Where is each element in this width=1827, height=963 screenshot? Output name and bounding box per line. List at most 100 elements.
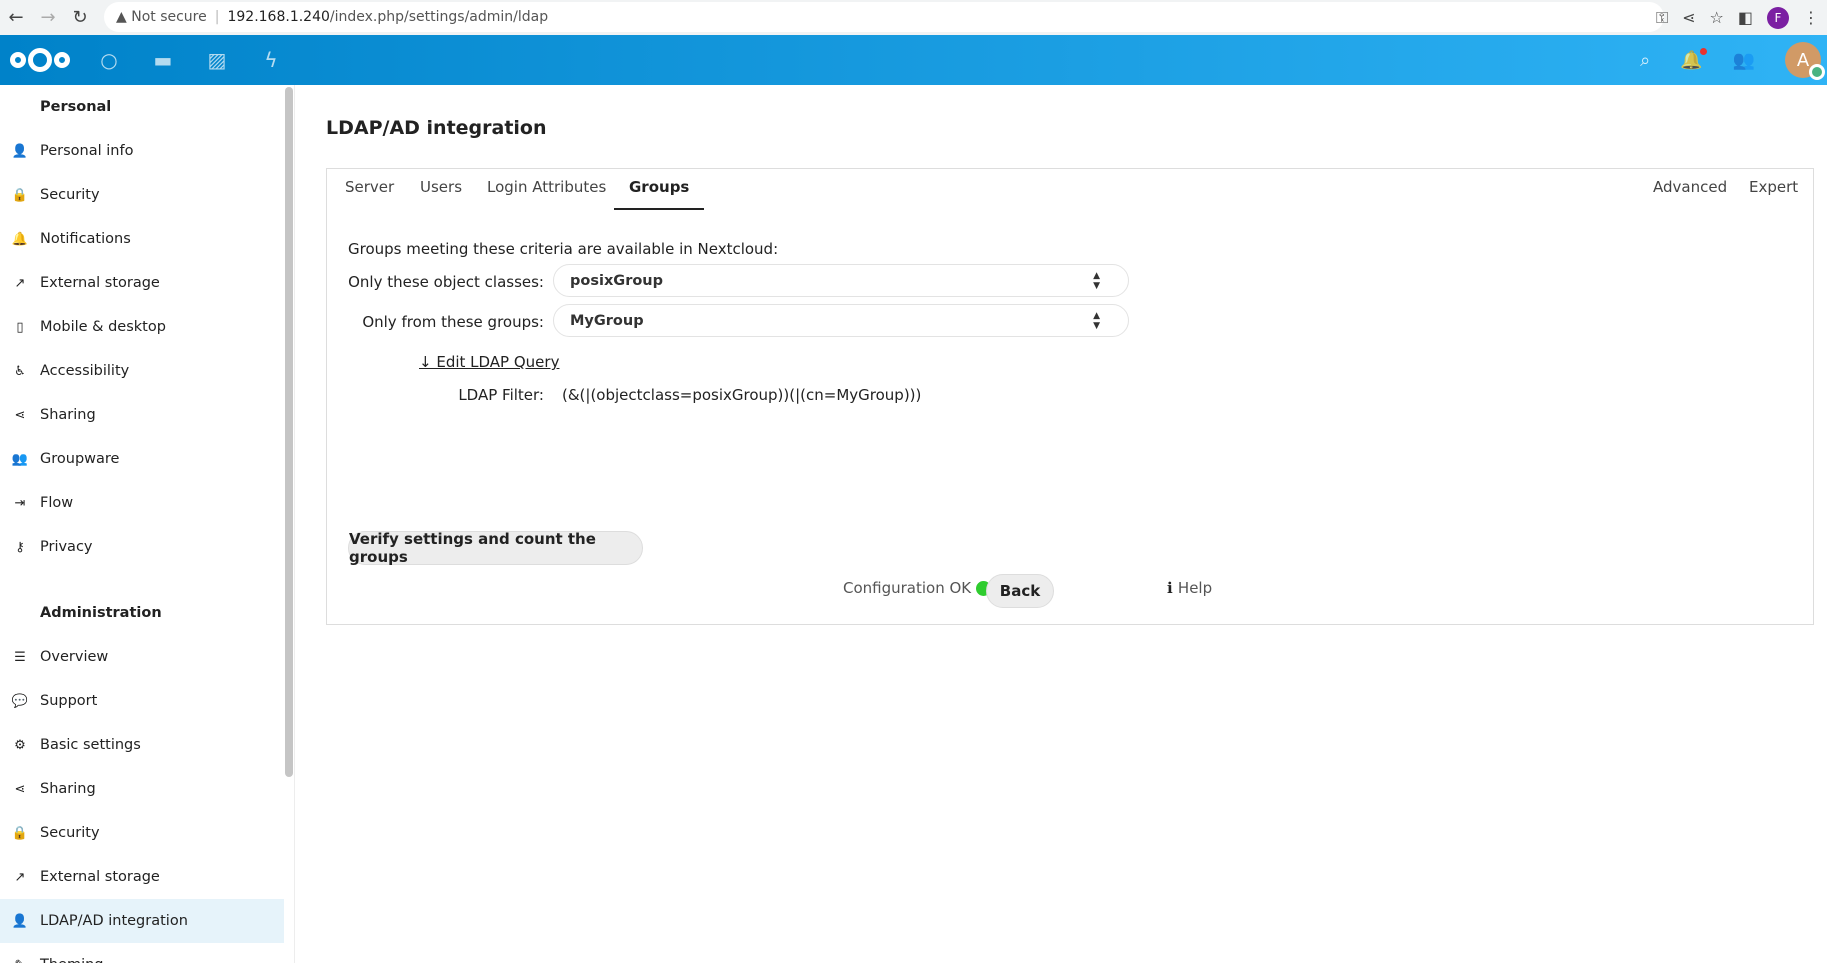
- ldap-wizard: Server Users Login Attributes Groups Adv…: [326, 168, 1814, 625]
- dashboard-icon[interactable]: ○: [82, 48, 136, 72]
- list-icon: ☰: [14, 649, 26, 665]
- select-arrows-icon: ▲ ▼: [1093, 270, 1100, 291]
- sidebar-item-personal-info[interactable]: 👤 Personal info: [0, 129, 284, 173]
- theming-icon: ✎: [0, 958, 40, 963]
- sidebar-item-ldap-ad-integration[interactable]: 👤 LDAP/AD integration: [0, 899, 284, 943]
- sidebar-item-groupware[interactable]: 👥 Groupware: [0, 437, 284, 481]
- wizard-tabs: Server Users Login Attributes Groups Adv…: [327, 169, 1813, 210]
- sidebar-item-label: Sharing: [40, 407, 96, 423]
- address-bar[interactable]: ▲ Not secure | 192.168.1.240/index.php/s…: [104, 2, 1664, 32]
- nextcloud-logo[interactable]: [10, 48, 70, 72]
- app-header: ○ ▬ ▨ ϟ ⌕ 🔔 👥 A: [0, 35, 1827, 85]
- info-icon: ℹ: [1167, 579, 1178, 597]
- sidebar-item-sharing[interactable]: ⋖ Sharing: [0, 767, 284, 811]
- share-icon: ⋖: [14, 781, 26, 797]
- groups-select[interactable]: MyGroup ▲ ▼: [553, 304, 1129, 337]
- tab-expert[interactable]: Expert: [1749, 178, 1798, 208]
- tab-server[interactable]: Server: [345, 178, 394, 208]
- sidebar-scrollbar[interactable]: [285, 87, 293, 777]
- select-arrows-icon: ▲ ▼: [1093, 310, 1100, 331]
- star-icon[interactable]: ☆: [1710, 8, 1724, 27]
- sidebar-item-label: Support: [40, 693, 98, 709]
- share-icon[interactable]: ⋖: [1682, 8, 1695, 27]
- sidebar-item-support[interactable]: 💬 Support: [0, 679, 284, 723]
- sidebar-item-label: Overview: [40, 649, 109, 665]
- ldap-filter-label: LDAP Filter:: [458, 386, 544, 404]
- tab-advanced[interactable]: Advanced: [1653, 178, 1727, 208]
- profile-avatar[interactable]: F: [1767, 6, 1789, 29]
- tab-groups[interactable]: Groups: [614, 178, 705, 210]
- sidebar-item-label: Groupware: [40, 451, 120, 467]
- settings-sidebar: Personal 👤 Personal info 🔒 Security 🔔 Notific…: [0, 85, 295, 963]
- administration-heading: Administration: [40, 605, 162, 621]
- sidebar-item-label: LDAP/AD integration: [40, 913, 188, 929]
- object-classes-select[interactable]: posixGroup ▲ ▼: [553, 264, 1129, 297]
- sidebar-item-label: Security: [40, 825, 100, 841]
- sidebar-item-overview[interactable]: ☰ Overview: [0, 635, 284, 679]
- forward-arrow-icon[interactable]: →: [32, 7, 64, 28]
- sidebar-item-theming[interactable]: ✎Theming: [0, 943, 284, 963]
- external-icon: ↗: [14, 869, 26, 885]
- accessibility-icon: ♿: [14, 363, 26, 379]
- sidebar-item-label: External storage: [40, 869, 160, 885]
- sidebar-item-basic-settings[interactable]: ⚙ Basic settings: [0, 723, 284, 767]
- activity-icon[interactable]: ϟ: [244, 48, 298, 72]
- browser-toolbar: ← → ↻ ▲ Not secure | 192.168.1.240/index…: [0, 0, 1827, 35]
- notifications-icon[interactable]: 🔔: [1680, 47, 1707, 71]
- groupware-icon: 👥: [11, 451, 29, 467]
- sidebar-item-label: External storage: [40, 275, 160, 291]
- menu-icon[interactable]: ⋮: [1803, 8, 1819, 27]
- personal-heading: Personal: [40, 99, 112, 115]
- user-avatar[interactable]: A: [1785, 42, 1825, 80]
- key-icon[interactable]: ⚿: [1656, 8, 1668, 28]
- sidebar-item-external-storage[interactable]: ↗ External storage: [0, 261, 284, 305]
- lock-icon: 🔒: [11, 187, 29, 203]
- help-link[interactable]: ℹ Help: [1167, 579, 1212, 597]
- help-label: Help: [1177, 579, 1213, 597]
- contacts-icon[interactable]: 👥: [1733, 50, 1755, 71]
- photos-icon[interactable]: ▨: [190, 48, 244, 72]
- edit-ldap-query-link[interactable]: ↓ Edit LDAP Query: [419, 353, 559, 371]
- reload-icon[interactable]: ↻: [64, 7, 96, 28]
- person-icon: 👤: [11, 143, 29, 159]
- lock-icon: 🔒: [11, 825, 29, 841]
- back-arrow-icon[interactable]: ←: [0, 7, 32, 28]
- sidebar-item-flow[interactable]: ⇥ Flow: [0, 481, 284, 525]
- warning-icon: ▲: [116, 9, 132, 25]
- sidebar-item-mobile-desktop[interactable]: ▯ Mobile & desktop: [0, 305, 284, 349]
- search-icon[interactable]: ⌕: [1640, 50, 1650, 71]
- phone-icon: ▯: [16, 319, 24, 335]
- sidebar-item-accessibility[interactable]: ♿ Accessibility: [0, 349, 284, 393]
- not-secure-label: Not secure: [131, 9, 207, 25]
- groups-intro-text: Groups meeting these criteria are availa…: [348, 240, 779, 258]
- flow-icon: ⇥: [14, 495, 26, 511]
- tab-users[interactable]: Users: [420, 178, 462, 208]
- sidebar-item-security[interactable]: 🔒 Security: [0, 811, 284, 855]
- back-button[interactable]: Back: [986, 574, 1054, 608]
- ldap-filter-value: (&(|(objectclass=posixGroup))(|(cn=MyGro…: [562, 386, 922, 404]
- sidebar-item-label: Basic settings: [40, 737, 141, 753]
- support-icon: 💬: [11, 693, 29, 709]
- sidebar-item-external-storage[interactable]: ↗ External storage: [0, 855, 284, 899]
- sidebar-item-notifications[interactable]: 🔔 Notifications: [0, 217, 284, 261]
- url-host: 192.168.1.240: [227, 9, 330, 25]
- sidebar-item-label: Sharing: [40, 781, 96, 797]
- avatar-initial: A: [1796, 49, 1810, 71]
- tab-login-attributes[interactable]: Login Attributes: [487, 178, 606, 208]
- external-icon: ↗: [14, 275, 26, 291]
- sidebar-item-sharing[interactable]: ⋖ Sharing: [0, 393, 284, 437]
- sidebar-item-security[interactable]: 🔒 Security: [0, 173, 284, 217]
- configuration-status: Configuration OK: [843, 579, 992, 597]
- page-title: LDAP/AD integration: [326, 117, 547, 139]
- share-icon: ⋖: [14, 407, 26, 423]
- gear-icon: ⚙: [14, 737, 26, 753]
- sidebar-item-label: Privacy: [40, 539, 93, 555]
- object-classes-value: posixGroup: [570, 272, 664, 289]
- sidebar-item-label: Security: [40, 187, 100, 203]
- files-icon[interactable]: ▬: [136, 48, 190, 72]
- sidebar-item-label: Accessibility: [40, 363, 130, 379]
- verify-settings-button[interactable]: Verify settings and count the groups: [348, 530, 643, 566]
- sidepanel-icon[interactable]: ◧: [1738, 8, 1753, 27]
- bell-icon: 🔔: [11, 231, 29, 247]
- sidebar-item-privacy[interactable]: ⚷ Privacy: [0, 525, 284, 569]
